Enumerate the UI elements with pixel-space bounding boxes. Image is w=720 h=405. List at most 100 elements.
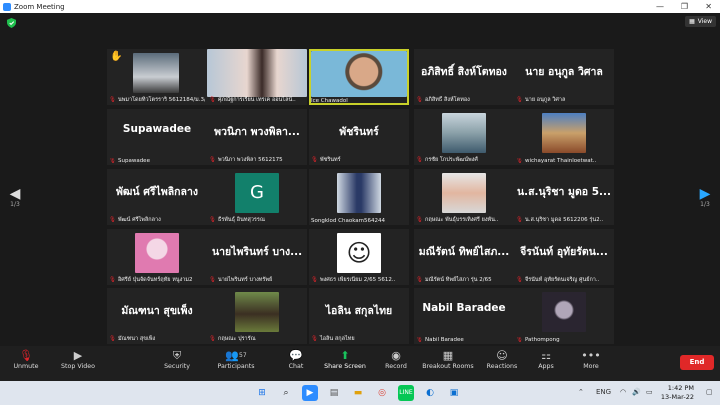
- security-button[interactable]: ⛨ Security: [160, 349, 194, 370]
- store-icon[interactable]: ▣: [446, 385, 462, 401]
- smiley-plus-icon: ☺: [496, 349, 508, 362]
- participant-display-name: พวนิภา พวงพิลา...: [214, 126, 300, 138]
- participant-name: พัชรินทร์: [319, 157, 341, 163]
- unmute-label: Unmute: [13, 363, 39, 370]
- participant-tile[interactable]: จีรนันท์ อุทัยรัตน... 🎙 จีรนันท์ อุทัยรัตน…: [514, 229, 614, 285]
- participant-tile[interactable]: ☺ 🎙 พงศธร เพียรเนียม 2/65 5612..: [309, 229, 409, 285]
- muted-mic-icon: 🎙: [416, 277, 423, 283]
- chat-button[interactable]: 💬 Chat: [284, 349, 308, 370]
- participant-name: นพมาโดยทิวโตรราริ 5612184/ม.3/..: [117, 97, 205, 103]
- file-explorer-icon[interactable]: ▬: [350, 385, 366, 401]
- breakout-rooms-button[interactable]: ▦ Breakout Rooms: [421, 349, 475, 370]
- participant-video: [442, 173, 486, 213]
- participant-name-label: 🎙 พัฒน์ ศรีไพลิกลาง: [109, 216, 205, 224]
- participant-tile[interactable]: Supawadee 🎙 Supawadee: [107, 109, 207, 165]
- breakout-rooms-label: Breakout Rooms: [422, 363, 474, 370]
- participant-name-label: 🎙 ไอลิน สกุลไทย: [311, 335, 407, 343]
- participant-tile[interactable]: 🎙 อิศรีย์ ปุ่นจัดจันทร์ฤทัย หนูงาม2: [107, 229, 207, 285]
- widgets-icon[interactable]: ▤: [326, 385, 342, 401]
- shield-icon: ⛨: [172, 349, 182, 362]
- participant-tile[interactable]: Ice Chawadol: [309, 49, 409, 105]
- muted-mic-icon: 🎙: [209, 97, 216, 103]
- participant-name: อิศรีย์ ปุ่นจัดจันทร์ฤทัย หนูงาม2: [117, 277, 193, 283]
- participant-name: ศุภณัฐการเรียน เทรเค ออนไลน์..: [217, 97, 296, 103]
- muted-mic-icon: 🎙: [311, 157, 318, 163]
- taskbar-clock[interactable]: 1:42 PM 13-Mar-22: [661, 384, 694, 402]
- view-label: View: [697, 18, 712, 25]
- next-page-button[interactable]: ▶ 1/3: [698, 187, 712, 208]
- participant-tile[interactable]: ไอลิน สกุลไทย 🎙 ไอลิน สกุลไทย: [309, 288, 409, 344]
- participant-tile[interactable]: G 🎙 ธีรพันธุ์ อินทสุวรรณ: [207, 169, 307, 225]
- participant-name: ธีรพันธุ์ อินทสุวรรณ: [217, 217, 265, 223]
- participant-tile[interactable]: 🎙 กฤษณะ พันธุ์บรรเทิงศรี ยงพัน..: [414, 169, 514, 225]
- muted-mic-icon: 🎙: [311, 277, 318, 283]
- wifi-icon[interactable]: ◠: [620, 388, 626, 396]
- apps-label: Apps: [538, 363, 554, 370]
- maximize-button[interactable]: ❐: [681, 0, 688, 13]
- participant-tile[interactable]: มณีรัตน์ ทิพย์ไสภ... 🎙 มณีรัตน์ ทิพย์ไสภา …: [414, 229, 514, 285]
- muted-mic-icon: 🎙: [109, 158, 116, 164]
- view-button[interactable]: ▦ View: [685, 16, 716, 27]
- participant-tile[interactable]: 🎙 นพมาโดยทิวโตรราริ 5612184/ม.3/.. ✋: [107, 49, 207, 105]
- participant-tile[interactable]: พัชรินทร์ 🎙 พัชรินทร์: [309, 109, 409, 165]
- muted-mic-icon: 🎙: [516, 217, 523, 223]
- participant-name-label: 🎙 อภิสิทธิ์ สิงห์โตทอง: [416, 96, 512, 104]
- participant-name: อภิสิทธิ์ สิงห์โตทอง: [424, 97, 470, 103]
- participant-tile[interactable]: อภิสิทธิ์ สิงห์โตทอง 🎙 อภิสิทธิ์ สิงห์โตทอ…: [414, 49, 514, 105]
- participant-display-name: ไอลิน สกุลไทย: [325, 305, 393, 317]
- participant-name-label: 🎙 Pathompong: [516, 337, 612, 343]
- participant-name: Nabil Baradee: [424, 337, 464, 343]
- participant-tile[interactable]: พวนิภา พวงพิลา... 🎙 พวนิภา พวงพิลา 5612175: [207, 109, 307, 165]
- muted-mic-icon: 🎙: [416, 217, 423, 223]
- participant-tile[interactable]: 🎙 กฤษณะ ปุรารัณ: [207, 288, 307, 344]
- participant-tile[interactable]: พัฒน์ ศรีไพลิกลาง 🎙 พัฒน์ ศรีไพลิกลาง: [107, 169, 207, 225]
- muted-mic-icon: 🎙: [19, 349, 33, 362]
- zoom-taskbar-icon[interactable]: ▶: [302, 385, 318, 401]
- participant-name-label: 🎙 นายไพรินทร์ บางทรัพย์: [209, 276, 305, 284]
- language-indicator[interactable]: ENG: [596, 388, 611, 396]
- chrome-icon[interactable]: ◎: [374, 385, 390, 401]
- participants-button[interactable]: 👥57 Participants: [214, 349, 258, 370]
- participant-tile[interactable]: นาย อนุกูล วิศาล 🎙 นาย อนุกูล วิศาล: [514, 49, 614, 105]
- participant-tile[interactable]: 🎙 กรชัย โกประพัฒน์พงศ์: [414, 109, 514, 165]
- participant-video: [235, 292, 279, 332]
- end-meeting-button[interactable]: End: [680, 355, 714, 370]
- prev-page-button[interactable]: ◀ 1/3: [8, 187, 22, 208]
- participant-name: ไอลิน สกุลไทย: [319, 336, 355, 342]
- line-app-icon[interactable]: LINE: [398, 385, 414, 401]
- breakout-rooms-icon: ▦: [442, 349, 454, 362]
- raised-hand-icon: ✋: [110, 51, 123, 62]
- participant-tile[interactable]: Songklod Chaokam564244: [309, 169, 409, 225]
- share-screen-icon: ⬆: [340, 349, 350, 362]
- share-screen-button[interactable]: ⬆ Share Screen: [322, 349, 368, 370]
- muted-mic-icon: 🎙: [416, 97, 423, 103]
- notification-icon[interactable]: ▢: [706, 388, 713, 396]
- record-button[interactable]: ◉ Record: [382, 349, 410, 370]
- tray-chevron-icon[interactable]: ⌃: [578, 388, 584, 396]
- participant-tile[interactable]: 🎙 Pathompong: [514, 288, 614, 344]
- participant-tile[interactable]: นายไพรินทร์ บาง... 🎙 นายไพรินทร์ บางทรัพย์: [207, 229, 307, 285]
- apps-button[interactable]: ⚏ Apps: [534, 349, 558, 370]
- windows-start-icon[interactable]: ⊞: [254, 385, 270, 401]
- apps-icon: ⚏: [541, 349, 551, 362]
- search-icon[interactable]: ⌕: [278, 385, 294, 401]
- edge-icon[interactable]: ◐: [422, 385, 438, 401]
- battery-icon[interactable]: ▭: [646, 388, 653, 396]
- participant-tile[interactable]: น.ส.นุริชา มูดอ 5... 🎙 น.ส.นุริชา มูดอ 561…: [514, 169, 614, 225]
- windows-taskbar: ⊞ ⌕ ▶ ▤ ▬ ◎ LINE ◐ ▣ ⌃ ENG ◠ 🔊 ▭ 1:42 PM…: [0, 381, 720, 405]
- participant-tile[interactable]: 🎙 wichayarat Thainloetwat..: [514, 109, 614, 165]
- more-button[interactable]: ••• More: [578, 349, 604, 370]
- participant-tile[interactable]: มัณฑนา สุขเพ็ง 🎙 มัณฑนา สุขเพ็ง: [107, 288, 207, 344]
- volume-icon[interactable]: 🔊: [632, 388, 641, 396]
- reactions-button[interactable]: ☺ Reactions: [484, 349, 520, 370]
- participant-tile[interactable]: 🎙 ศุภณัฐการเรียน เทรเค ออนไลน์..: [207, 49, 307, 105]
- participant-name-label: 🎙 จีรนันท์ อุทัยรัตนเจริญ ศูนย์กา..: [516, 276, 612, 284]
- unmute-button[interactable]: 🎙 Unmute: [10, 349, 42, 370]
- close-button[interactable]: ✕: [705, 0, 712, 13]
- participant-tile[interactable]: Nabil Baradee 🎙 Nabil Baradee: [414, 288, 514, 344]
- stop-video-button[interactable]: ▶ Stop Video: [58, 349, 98, 370]
- participant-name-label: 🎙 พวนิภา พวงพิลา 5612175: [209, 156, 305, 164]
- muted-mic-icon: 🎙: [109, 336, 116, 342]
- minimize-button[interactable]: —: [656, 0, 664, 13]
- encryption-shield-icon[interactable]: [7, 18, 16, 28]
